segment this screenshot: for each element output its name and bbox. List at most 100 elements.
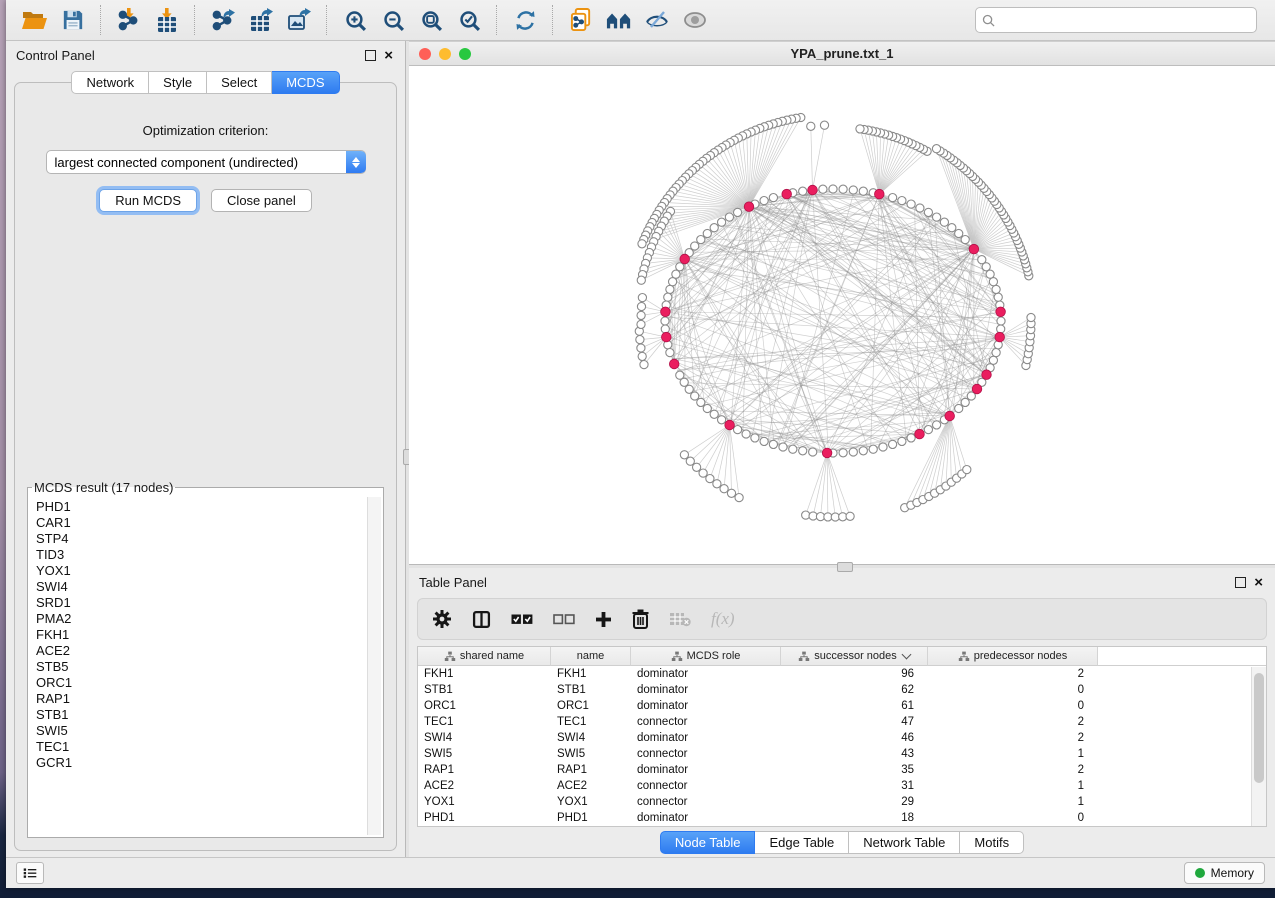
refresh-button[interactable] bbox=[506, 4, 544, 36]
show-hide-button[interactable] bbox=[676, 4, 714, 36]
cell-MCDS-role[interactable]: dominator bbox=[631, 666, 781, 682]
graph-node[interactable] bbox=[898, 197, 906, 205]
graph-node[interactable] bbox=[697, 398, 705, 406]
cell-predecessor-nodes[interactable]: 2 bbox=[928, 730, 1098, 746]
cell-name[interactable]: SWI5 bbox=[551, 746, 631, 762]
graph-node[interactable] bbox=[686, 457, 694, 465]
graph-hub-node[interactable] bbox=[996, 307, 1006, 317]
cell-name[interactable]: PHD1 bbox=[551, 810, 631, 826]
graph-node[interactable] bbox=[680, 451, 688, 459]
search-box[interactable] bbox=[975, 7, 1257, 33]
mcds-result-item[interactable]: TEC1 bbox=[36, 739, 381, 755]
graph-hub-node[interactable] bbox=[995, 332, 1005, 342]
graph-node[interactable] bbox=[889, 440, 897, 448]
graph-node[interactable] bbox=[820, 121, 828, 129]
table-tab-network-table[interactable]: Network Table bbox=[849, 831, 960, 854]
graph-node[interactable] bbox=[718, 416, 726, 424]
graph-node[interactable] bbox=[760, 197, 768, 205]
graph-node[interactable] bbox=[916, 204, 924, 212]
cell-MCDS-role[interactable]: dominator bbox=[631, 682, 781, 698]
graph-node[interactable] bbox=[691, 392, 699, 400]
graph-node[interactable] bbox=[638, 352, 646, 360]
mcds-list-scrollbar[interactable] bbox=[367, 497, 381, 835]
graph-node[interactable] bbox=[718, 218, 726, 226]
function-builder-button[interactable]: f(x) bbox=[711, 609, 735, 629]
table-tab-edge-table[interactable]: Edge Table bbox=[755, 831, 849, 854]
mcds-result-list[interactable]: PHD1CAR1STP4TID3YOX1SWI4SRD1PMA2FKH1ACE2… bbox=[30, 497, 381, 835]
cell-shared-name[interactable]: ORC1 bbox=[418, 698, 551, 714]
mcds-result-item[interactable]: PHD1 bbox=[36, 499, 381, 515]
mcds-result-item[interactable]: SRD1 bbox=[36, 595, 381, 611]
table-tab-node-table[interactable]: Node Table bbox=[660, 831, 756, 854]
cell-predecessor-nodes[interactable]: 0 bbox=[928, 810, 1098, 826]
graph-node[interactable] bbox=[955, 404, 963, 412]
select-all-button[interactable] bbox=[511, 612, 533, 626]
table-row[interactable]: PHD1PHD1dominator180 bbox=[418, 810, 1266, 826]
mcds-result-item[interactable]: SWI5 bbox=[36, 723, 381, 739]
graph-node[interactable] bbox=[859, 187, 867, 195]
mcds-result-item[interactable]: ORC1 bbox=[36, 675, 381, 691]
graph-node[interactable] bbox=[992, 285, 1000, 293]
table-row[interactable]: YOX1YOX1connector291 bbox=[418, 794, 1266, 810]
cell-name[interactable]: STB1 bbox=[551, 682, 631, 698]
table-panel-close-button[interactable]: × bbox=[1250, 578, 1267, 587]
table-scrollbar-thumb[interactable] bbox=[1254, 673, 1264, 783]
graph-node[interactable] bbox=[856, 125, 864, 133]
graph-node[interactable] bbox=[963, 466, 971, 474]
cell-MCDS-role[interactable]: dominator bbox=[631, 810, 781, 826]
overview-button[interactable] bbox=[600, 4, 638, 36]
gear-button[interactable] bbox=[432, 609, 452, 629]
open-button[interactable] bbox=[16, 4, 54, 36]
graph-hub-node[interactable] bbox=[945, 411, 955, 421]
cell-predecessor-nodes[interactable]: 1 bbox=[928, 746, 1098, 762]
horizontal-splitter[interactable] bbox=[409, 564, 1275, 568]
table-row[interactable]: ACE2ACE2connector311 bbox=[418, 778, 1266, 794]
graph-node[interactable] bbox=[666, 285, 674, 293]
cell-successor-nodes[interactable]: 96 bbox=[781, 666, 928, 682]
graph-node[interactable] bbox=[807, 122, 815, 130]
cell-successor-nodes[interactable]: 46 bbox=[781, 730, 928, 746]
graph-node[interactable] bbox=[989, 356, 997, 364]
graph-node[interactable] bbox=[879, 443, 887, 451]
graph-node[interactable] bbox=[703, 404, 711, 412]
splitter-grip[interactable] bbox=[837, 562, 853, 572]
graph-node[interactable] bbox=[769, 440, 777, 448]
cell-name[interactable]: SWI4 bbox=[551, 730, 631, 746]
graph-hub-node[interactable] bbox=[982, 370, 992, 380]
delete-column-button[interactable] bbox=[632, 609, 649, 629]
cell-successor-nodes[interactable]: 47 bbox=[781, 714, 928, 730]
tab-mcds[interactable]: MCDS bbox=[272, 71, 339, 94]
graph-node[interactable] bbox=[697, 236, 705, 244]
graph-node[interactable] bbox=[638, 294, 646, 302]
cell-successor-nodes[interactable]: 35 bbox=[781, 762, 928, 778]
graph-hub-node[interactable] bbox=[669, 359, 679, 369]
graph-hub-node[interactable] bbox=[782, 189, 792, 199]
cell-name[interactable]: ORC1 bbox=[551, 698, 631, 714]
graph-node[interactable] bbox=[849, 186, 857, 194]
graph-hub-node[interactable] bbox=[680, 254, 690, 264]
graph-hub-node[interactable] bbox=[875, 189, 885, 199]
graph-node[interactable] bbox=[637, 276, 645, 284]
control-panel-float-button[interactable] bbox=[361, 50, 380, 61]
network-canvas[interactable] bbox=[409, 66, 1275, 564]
graph-node[interactable] bbox=[706, 475, 714, 483]
graph-node[interactable] bbox=[940, 218, 948, 226]
memory-button[interactable]: Memory bbox=[1184, 862, 1265, 884]
graph-node[interactable] bbox=[829, 185, 837, 193]
run-mcds-button[interactable]: Run MCDS bbox=[99, 189, 197, 212]
graph-hub-node[interactable] bbox=[662, 332, 672, 342]
mcds-result-item[interactable]: YOX1 bbox=[36, 563, 381, 579]
graph-node[interactable] bbox=[994, 293, 1002, 301]
cell-successor-nodes[interactable]: 29 bbox=[781, 794, 928, 810]
tab-select[interactable]: Select bbox=[207, 71, 272, 94]
graph-node[interactable] bbox=[961, 236, 969, 244]
mcds-result-item[interactable]: STB1 bbox=[36, 707, 381, 723]
graph-node[interactable] bbox=[1027, 313, 1035, 321]
mcds-result-item[interactable]: TID3 bbox=[36, 547, 381, 563]
graph-node[interactable] bbox=[637, 344, 645, 352]
graph-node[interactable] bbox=[933, 421, 941, 429]
export-image-button[interactable] bbox=[280, 4, 318, 36]
cell-successor-nodes[interactable]: 43 bbox=[781, 746, 928, 762]
graph-hub-node[interactable] bbox=[972, 384, 982, 394]
column-header-predecessor-nodes[interactable]: predecessor nodes bbox=[928, 647, 1098, 666]
